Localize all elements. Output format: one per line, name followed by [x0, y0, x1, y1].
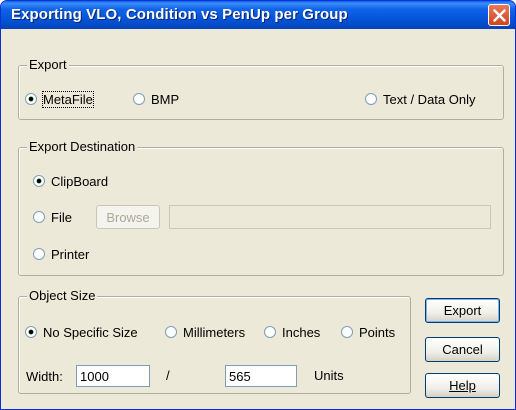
units-label: Units — [314, 368, 344, 383]
no-specific-size-label: No Specific Size — [43, 324, 138, 340]
close-icon — [493, 9, 506, 22]
export-legend: Export — [27, 57, 69, 72]
millimeters-label: Millimeters — [183, 324, 246, 340]
radio-unselected-icon — [33, 248, 45, 260]
window-title: Exporting VLO, Condition vs PenUp per Gr… — [11, 6, 348, 23]
radio-selected-icon — [25, 326, 37, 338]
export-dialog: Exporting VLO, Condition vs PenUp per Gr… — [0, 0, 516, 410]
text-data-only-radio[interactable]: Text / Data Only — [365, 91, 475, 107]
width-input[interactable]: 1000 — [76, 365, 150, 387]
radio-unselected-icon — [341, 326, 353, 338]
radio-selected-icon — [25, 93, 37, 105]
printer-radio[interactable]: Printer — [33, 246, 89, 262]
radio-unselected-icon — [165, 326, 177, 338]
radio-selected-icon — [33, 175, 45, 187]
export-destination-legend: Export Destination — [27, 139, 138, 154]
inches-label: Inches — [282, 324, 321, 340]
points-label: Points — [359, 324, 396, 340]
points-radio[interactable]: Points — [341, 324, 395, 340]
bmp-label: BMP — [151, 91, 180, 107]
radio-unselected-icon — [133, 93, 145, 105]
file-label: File — [51, 209, 72, 225]
file-radio[interactable]: File — [33, 209, 72, 225]
cancel-button[interactable]: Cancel — [425, 337, 500, 362]
close-button[interactable] — [488, 4, 510, 26]
object-size-legend: Object Size — [27, 288, 98, 303]
size-separator: / — [166, 368, 170, 383]
printer-label: Printer — [51, 246, 90, 262]
radio-unselected-icon — [264, 326, 276, 338]
metafile-label: MetaFile — [42, 90, 94, 108]
height-input[interactable]: 565 — [225, 365, 297, 387]
metafile-radio[interactable]: MetaFile — [25, 90, 94, 108]
inches-radio[interactable]: Inches — [264, 324, 320, 340]
clipboard-radio[interactable]: ClipBoard — [33, 173, 108, 189]
text-data-only-label: Text / Data Only — [383, 91, 476, 107]
no-specific-size-radio[interactable]: No Specific Size — [25, 324, 138, 340]
file-path-input[interactable] — [169, 205, 491, 229]
radio-unselected-icon — [33, 211, 45, 223]
bmp-radio[interactable]: BMP — [133, 91, 179, 107]
help-button[interactable]: Help — [425, 373, 500, 398]
radio-unselected-icon — [365, 93, 377, 105]
export-button[interactable]: Export — [425, 298, 500, 323]
clipboard-label: ClipBoard — [51, 173, 109, 189]
browse-button[interactable]: Browse — [96, 205, 160, 229]
help-button-label: Help — [449, 378, 476, 393]
millimeters-radio[interactable]: Millimeters — [165, 324, 245, 340]
title-bar[interactable]: Exporting VLO, Condition vs PenUp per Gr… — [1, 1, 515, 29]
width-label: Width: — [26, 369, 63, 384]
